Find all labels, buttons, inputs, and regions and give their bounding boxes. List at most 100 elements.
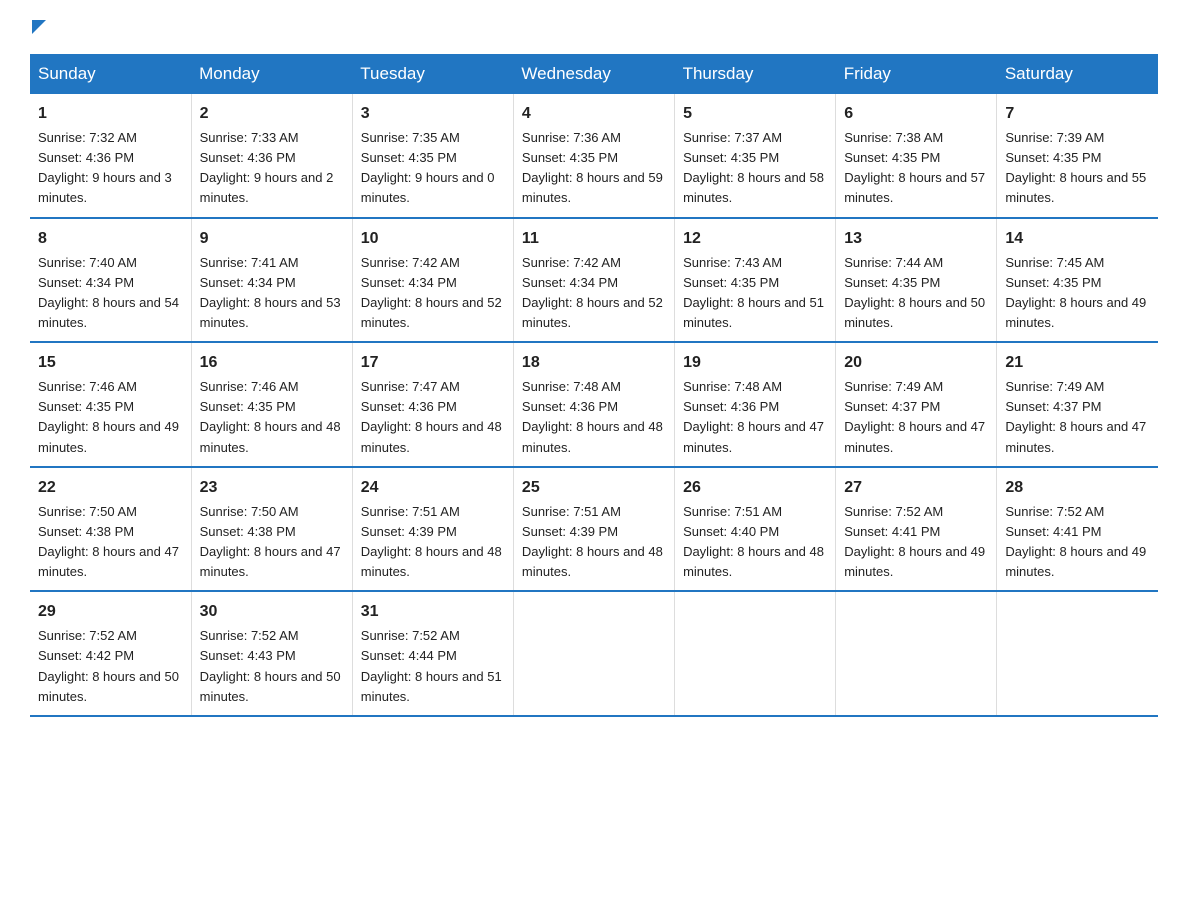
day-info: Sunrise: 7:46 AMSunset: 4:35 PMDaylight:… <box>200 377 344 458</box>
day-info: Sunrise: 7:49 AMSunset: 4:37 PMDaylight:… <box>1005 377 1150 458</box>
day-number: 14 <box>1005 227 1150 251</box>
day-cell: 2Sunrise: 7:33 AMSunset: 4:36 PMDaylight… <box>191 94 352 218</box>
day-number: 21 <box>1005 351 1150 375</box>
day-info: Sunrise: 7:48 AMSunset: 4:36 PMDaylight:… <box>683 377 827 458</box>
logo <box>30 20 46 34</box>
day-number: 11 <box>522 227 666 251</box>
day-number: 10 <box>361 227 505 251</box>
day-number: 31 <box>361 600 505 624</box>
day-cell <box>836 591 997 716</box>
week-row-5: 29Sunrise: 7:52 AMSunset: 4:42 PMDayligh… <box>30 591 1158 716</box>
day-number: 20 <box>844 351 988 375</box>
day-cell: 24Sunrise: 7:51 AMSunset: 4:39 PMDayligh… <box>352 467 513 592</box>
day-cell: 15Sunrise: 7:46 AMSunset: 4:35 PMDayligh… <box>30 342 191 467</box>
day-number: 2 <box>200 102 344 126</box>
day-cell <box>997 591 1158 716</box>
day-number: 4 <box>522 102 666 126</box>
day-info: Sunrise: 7:42 AMSunset: 4:34 PMDaylight:… <box>361 253 505 334</box>
day-cell: 21Sunrise: 7:49 AMSunset: 4:37 PMDayligh… <box>997 342 1158 467</box>
day-info: Sunrise: 7:41 AMSunset: 4:34 PMDaylight:… <box>200 253 344 334</box>
day-number: 26 <box>683 476 827 500</box>
day-number: 8 <box>38 227 183 251</box>
day-info: Sunrise: 7:45 AMSunset: 4:35 PMDaylight:… <box>1005 253 1150 334</box>
day-cell: 16Sunrise: 7:46 AMSunset: 4:35 PMDayligh… <box>191 342 352 467</box>
day-cell <box>513 591 674 716</box>
day-info: Sunrise: 7:40 AMSunset: 4:34 PMDaylight:… <box>38 253 183 334</box>
day-cell: 26Sunrise: 7:51 AMSunset: 4:40 PMDayligh… <box>675 467 836 592</box>
day-cell: 11Sunrise: 7:42 AMSunset: 4:34 PMDayligh… <box>513 218 674 343</box>
day-number: 9 <box>200 227 344 251</box>
weekday-header-tuesday: Tuesday <box>352 54 513 94</box>
day-cell: 12Sunrise: 7:43 AMSunset: 4:35 PMDayligh… <box>675 218 836 343</box>
weekday-header-thursday: Thursday <box>675 54 836 94</box>
weekday-header-row: SundayMondayTuesdayWednesdayThursdayFrid… <box>30 54 1158 94</box>
day-cell: 30Sunrise: 7:52 AMSunset: 4:43 PMDayligh… <box>191 591 352 716</box>
day-cell: 8Sunrise: 7:40 AMSunset: 4:34 PMDaylight… <box>30 218 191 343</box>
day-info: Sunrise: 7:44 AMSunset: 4:35 PMDaylight:… <box>844 253 988 334</box>
week-row-4: 22Sunrise: 7:50 AMSunset: 4:38 PMDayligh… <box>30 467 1158 592</box>
logo-triangle-icon <box>32 20 46 34</box>
week-row-2: 8Sunrise: 7:40 AMSunset: 4:34 PMDaylight… <box>30 218 1158 343</box>
day-number: 6 <box>844 102 988 126</box>
day-info: Sunrise: 7:38 AMSunset: 4:35 PMDaylight:… <box>844 128 988 209</box>
day-number: 29 <box>38 600 183 624</box>
day-info: Sunrise: 7:52 AMSunset: 4:41 PMDaylight:… <box>844 502 988 583</box>
day-info: Sunrise: 7:52 AMSunset: 4:44 PMDaylight:… <box>361 626 505 707</box>
day-info: Sunrise: 7:50 AMSunset: 4:38 PMDaylight:… <box>200 502 344 583</box>
day-number: 5 <box>683 102 827 126</box>
day-number: 1 <box>38 102 183 126</box>
day-cell: 10Sunrise: 7:42 AMSunset: 4:34 PMDayligh… <box>352 218 513 343</box>
day-number: 25 <box>522 476 666 500</box>
day-info: Sunrise: 7:52 AMSunset: 4:42 PMDaylight:… <box>38 626 183 707</box>
day-cell: 31Sunrise: 7:52 AMSunset: 4:44 PMDayligh… <box>352 591 513 716</box>
day-cell: 1Sunrise: 7:32 AMSunset: 4:36 PMDaylight… <box>30 94 191 218</box>
day-info: Sunrise: 7:47 AMSunset: 4:36 PMDaylight:… <box>361 377 505 458</box>
day-info: Sunrise: 7:51 AMSunset: 4:39 PMDaylight:… <box>522 502 666 583</box>
weekday-header-friday: Friday <box>836 54 997 94</box>
day-cell: 23Sunrise: 7:50 AMSunset: 4:38 PMDayligh… <box>191 467 352 592</box>
day-number: 18 <box>522 351 666 375</box>
day-number: 22 <box>38 476 183 500</box>
day-number: 28 <box>1005 476 1150 500</box>
day-cell: 13Sunrise: 7:44 AMSunset: 4:35 PMDayligh… <box>836 218 997 343</box>
day-cell: 19Sunrise: 7:48 AMSunset: 4:36 PMDayligh… <box>675 342 836 467</box>
day-number: 23 <box>200 476 344 500</box>
day-info: Sunrise: 7:52 AMSunset: 4:41 PMDaylight:… <box>1005 502 1150 583</box>
day-info: Sunrise: 7:48 AMSunset: 4:36 PMDaylight:… <box>522 377 666 458</box>
day-number: 7 <box>1005 102 1150 126</box>
day-info: Sunrise: 7:49 AMSunset: 4:37 PMDaylight:… <box>844 377 988 458</box>
day-number: 24 <box>361 476 505 500</box>
day-number: 17 <box>361 351 505 375</box>
day-number: 12 <box>683 227 827 251</box>
day-info: Sunrise: 7:42 AMSunset: 4:34 PMDaylight:… <box>522 253 666 334</box>
day-number: 30 <box>200 600 344 624</box>
day-cell: 9Sunrise: 7:41 AMSunset: 4:34 PMDaylight… <box>191 218 352 343</box>
day-info: Sunrise: 7:32 AMSunset: 4:36 PMDaylight:… <box>38 128 183 209</box>
day-info: Sunrise: 7:39 AMSunset: 4:35 PMDaylight:… <box>1005 128 1150 209</box>
day-cell: 18Sunrise: 7:48 AMSunset: 4:36 PMDayligh… <box>513 342 674 467</box>
day-info: Sunrise: 7:33 AMSunset: 4:36 PMDaylight:… <box>200 128 344 209</box>
day-info: Sunrise: 7:36 AMSunset: 4:35 PMDaylight:… <box>522 128 666 209</box>
day-number: 16 <box>200 351 344 375</box>
day-cell: 29Sunrise: 7:52 AMSunset: 4:42 PMDayligh… <box>30 591 191 716</box>
day-number: 15 <box>38 351 183 375</box>
day-number: 27 <box>844 476 988 500</box>
day-info: Sunrise: 7:43 AMSunset: 4:35 PMDaylight:… <box>683 253 827 334</box>
day-cell: 4Sunrise: 7:36 AMSunset: 4:35 PMDaylight… <box>513 94 674 218</box>
day-info: Sunrise: 7:50 AMSunset: 4:38 PMDaylight:… <box>38 502 183 583</box>
day-info: Sunrise: 7:46 AMSunset: 4:35 PMDaylight:… <box>38 377 183 458</box>
day-cell: 22Sunrise: 7:50 AMSunset: 4:38 PMDayligh… <box>30 467 191 592</box>
day-cell: 6Sunrise: 7:38 AMSunset: 4:35 PMDaylight… <box>836 94 997 218</box>
day-info: Sunrise: 7:51 AMSunset: 4:39 PMDaylight:… <box>361 502 505 583</box>
weekday-header-saturday: Saturday <box>997 54 1158 94</box>
day-cell: 20Sunrise: 7:49 AMSunset: 4:37 PMDayligh… <box>836 342 997 467</box>
page-header <box>30 20 1158 34</box>
week-row-3: 15Sunrise: 7:46 AMSunset: 4:35 PMDayligh… <box>30 342 1158 467</box>
week-row-1: 1Sunrise: 7:32 AMSunset: 4:36 PMDaylight… <box>30 94 1158 218</box>
weekday-header-monday: Monday <box>191 54 352 94</box>
day-cell: 25Sunrise: 7:51 AMSunset: 4:39 PMDayligh… <box>513 467 674 592</box>
day-cell: 3Sunrise: 7:35 AMSunset: 4:35 PMDaylight… <box>352 94 513 218</box>
day-cell: 7Sunrise: 7:39 AMSunset: 4:35 PMDaylight… <box>997 94 1158 218</box>
day-info: Sunrise: 7:35 AMSunset: 4:35 PMDaylight:… <box>361 128 505 209</box>
day-cell <box>675 591 836 716</box>
